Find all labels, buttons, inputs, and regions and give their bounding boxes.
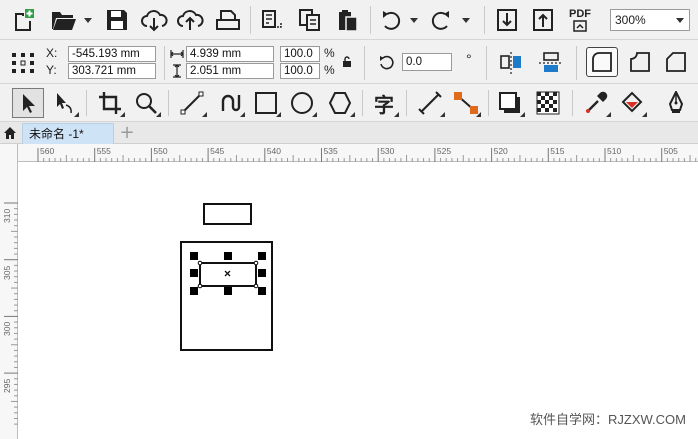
toolbox: 字 (0, 84, 698, 122)
horizontal-ruler-label: 520 (493, 146, 508, 156)
open-folder-icon[interactable] (48, 6, 80, 34)
height-icon (170, 64, 184, 78)
vertical-ruler-ticks (4, 202, 18, 425)
y-label: Y: (46, 63, 57, 77)
center-mark-icon[interactable] (224, 270, 231, 277)
save-icon[interactable] (102, 6, 132, 34)
property-bar: X: Y: -545.193 mm 303.721 mm 4.939 mm 2.… (0, 40, 698, 84)
horizontal-ruler-label: 510 (607, 146, 622, 156)
horizontal-ruler-label: 550 (153, 146, 168, 156)
y-position-field[interactable]: 303.721 mm (68, 63, 156, 79)
new-document-icon[interactable] (8, 6, 38, 34)
degree-symbol: ° (466, 51, 472, 67)
open-dropdown-icon[interactable] (84, 18, 92, 23)
horizontal-ruler[interactable]: 560 555 550 545 540 535 530 525 520 515 510 505 (18, 144, 698, 162)
tab-document-untitled[interactable]: 未命名 -1* (22, 123, 114, 144)
horizontal-ruler-label: 525 (436, 146, 452, 156)
zoom-value: 300% (615, 13, 646, 27)
zoom-level-select[interactable]: 300% (610, 9, 690, 31)
vertical-ruler[interactable]: 310 305 300 295 (0, 144, 18, 439)
document-tab-bar: 未命名 -1* + (0, 122, 698, 144)
print-icon[interactable] (212, 6, 244, 34)
scale-y-percent: % (324, 63, 335, 77)
horizontal-ruler-label: 535 (323, 146, 338, 156)
object-origin-icon[interactable] (10, 52, 36, 74)
pdf-label: PDF (569, 7, 591, 20)
zoom-dropdown-icon (676, 18, 684, 23)
smart-fill-tool-icon[interactable] (660, 88, 692, 118)
paste-icon[interactable] (332, 6, 364, 34)
width-field[interactable]: 4.939 mm (186, 46, 274, 62)
width-icon (170, 47, 184, 61)
small-rectangle-shape[interactable] (203, 203, 252, 225)
rotation-angle-field[interactable]: 0.0 (402, 53, 452, 71)
vertical-ruler-label: 295 (2, 378, 12, 394)
x-label: X: (46, 46, 58, 60)
copy-icon[interactable] (294, 6, 326, 34)
vertical-ruler-label: 310 (2, 208, 12, 223)
vertical-ruler-label: 305 (2, 265, 12, 280)
lock-ratio-icon[interactable] (340, 54, 354, 70)
scalloped-corner-icon[interactable] (624, 47, 656, 77)
horizontal-ruler-label: 540 (266, 146, 281, 156)
add-tab-button[interactable]: + (118, 123, 136, 143)
horizontal-ruler-label: 530 (380, 146, 395, 156)
redo-dropdown-icon[interactable] (462, 18, 470, 23)
home-icon[interactable] (2, 125, 18, 141)
drawing-canvas[interactable] (18, 162, 698, 439)
mirror-horizontal-icon[interactable] (496, 50, 526, 76)
scale-y-field[interactable]: 100.0 (280, 63, 320, 79)
round-corner-icon[interactable] (586, 47, 618, 77)
watermark-text: 软件自学网：RJZXW.COM (530, 412, 686, 427)
transparency-tool-icon[interactable] (532, 88, 564, 118)
chamfered-corner-icon[interactable] (660, 47, 692, 77)
horizontal-ruler-label: 545 (210, 146, 225, 156)
import-icon[interactable] (492, 6, 522, 34)
horizontal-ruler-label: 560 (40, 146, 55, 156)
horizontal-ruler-ticks (37, 148, 697, 162)
mirror-vertical-icon[interactable] (536, 50, 566, 76)
publish-pdf-icon[interactable]: PDF (564, 6, 596, 34)
cut-icon[interactable] (256, 6, 288, 34)
import-cloud-icon[interactable] (138, 6, 170, 34)
undo-dropdown-icon[interactable] (410, 18, 418, 23)
standard-toolbar: PDF 300% (0, 0, 698, 40)
redo-icon[interactable] (426, 6, 456, 34)
horizontal-ruler-label: 555 (96, 146, 111, 156)
x-position-field[interactable]: -545.193 mm (68, 46, 156, 62)
horizontal-ruler-label: 515 (550, 146, 565, 156)
scale-x-percent: % (324, 46, 335, 60)
export-cloud-icon[interactable] (174, 6, 206, 34)
horizontal-ruler-label: 505 (663, 146, 678, 156)
pick-tool-icon[interactable] (12, 88, 44, 118)
rotation-icon (376, 52, 398, 74)
export-icon[interactable] (528, 6, 558, 34)
undo-icon[interactable] (376, 6, 406, 34)
vertical-ruler-label: 300 (2, 322, 12, 337)
height-field[interactable]: 2.051 mm (186, 63, 274, 79)
scale-x-field[interactable]: 100.0 (280, 46, 320, 62)
